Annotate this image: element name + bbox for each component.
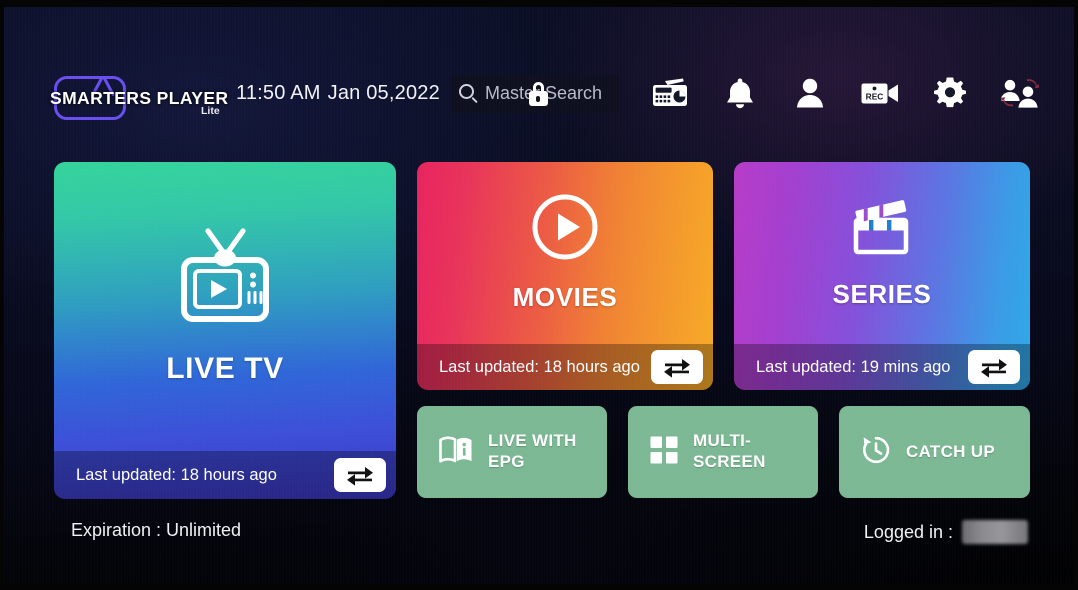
book-info-icon (439, 436, 473, 469)
switch-user-icon[interactable] (1000, 72, 1040, 114)
tile-series-title: SERIES (832, 279, 932, 309)
tile-movies-body: MOVIES (417, 162, 713, 344)
tile-live-tv-title: LIVE TV (166, 352, 284, 385)
tile-series-body: SERIES (734, 162, 1030, 344)
action-catch-up[interactable]: CATCH UP (839, 406, 1030, 498)
action-multi-screen-label: MULTI-SCREEN (693, 431, 766, 471)
app-root: SMARTERS PLAYER Lite 11:50 AM Jan 05,2022… (0, 0, 1078, 590)
person-icon[interactable] (790, 72, 830, 114)
tile-live-tv-body: LIVE TV (54, 162, 396, 451)
gear-icon[interactable] (930, 72, 970, 114)
tile-live-tv-footer: Last updated: 18 hours ago (54, 451, 396, 499)
header-icon-bar: REC (650, 72, 1040, 114)
play-circle-icon (531, 193, 599, 266)
tile-movies[interactable]: MOVIES Last updated: 18 hours ago (417, 162, 713, 390)
bell-icon[interactable] (720, 72, 760, 114)
lock-icon (527, 82, 549, 107)
svg-text:REC: REC (866, 92, 884, 102)
clock-rewind-icon (861, 435, 891, 470)
tile-live-tv[interactable]: LIVE TV Last updated: 18 hours ago (54, 162, 396, 499)
tile-live-tv-updated: Last updated: 18 hours ago (76, 465, 277, 484)
tile-series[interactable]: SERIES Last updated: 19 mins ago (734, 162, 1030, 390)
clock: 11:50 AM Jan 05,2022 (236, 82, 440, 105)
radio-icon[interactable] (650, 72, 690, 114)
refresh-loop-icon[interactable] (334, 458, 386, 492)
footer: Expiration : Unlimited Logged in : (4, 520, 1074, 550)
app-logo: SMARTERS PLAYER Lite (48, 62, 228, 124)
clock-time: 11:50 AM (236, 82, 321, 104)
clock-date: Jan 05,2022 (327, 82, 440, 104)
action-multi-screen[interactable]: MULTI-SCREEN (628, 406, 818, 498)
rec-camera-icon[interactable]: REC (860, 72, 900, 114)
action-live-with-epg[interactable]: LIVE WITH EPG (417, 406, 607, 498)
expiration-label: Expiration : Unlimited (71, 520, 242, 540)
tile-movies-footer: Last updated: 18 hours ago (417, 344, 713, 390)
clapperboard-icon (849, 196, 915, 263)
action-catch-up-label: CATCH UP (906, 441, 995, 461)
search-input[interactable]: Master Search (451, 75, 619, 113)
header: SMARTERS PLAYER Lite 11:50 AM Jan 05,2022… (4, 60, 1074, 130)
logo-subtitle: Lite (201, 105, 220, 117)
logged-in-label: Logged in : (863, 521, 953, 542)
search-icon (459, 84, 479, 104)
tile-series-footer: Last updated: 19 mins ago (734, 344, 1030, 390)
action-live-with-epg-label: LIVE WITH EPG (488, 431, 577, 471)
logged-in: Logged in : (864, 520, 1028, 544)
refresh-loop-icon[interactable] (651, 350, 703, 384)
retro-tv-play-icon (173, 227, 277, 332)
refresh-loop-icon[interactable] (968, 350, 1020, 384)
tile-series-updated: Last updated: 19 mins ago (756, 357, 951, 376)
logged-in-username-redacted (962, 520, 1028, 544)
grid-four-icon (650, 436, 678, 469)
tile-movies-updated: Last updated: 18 hours ago (439, 357, 640, 376)
tile-movies-title: MOVIES (512, 282, 618, 312)
